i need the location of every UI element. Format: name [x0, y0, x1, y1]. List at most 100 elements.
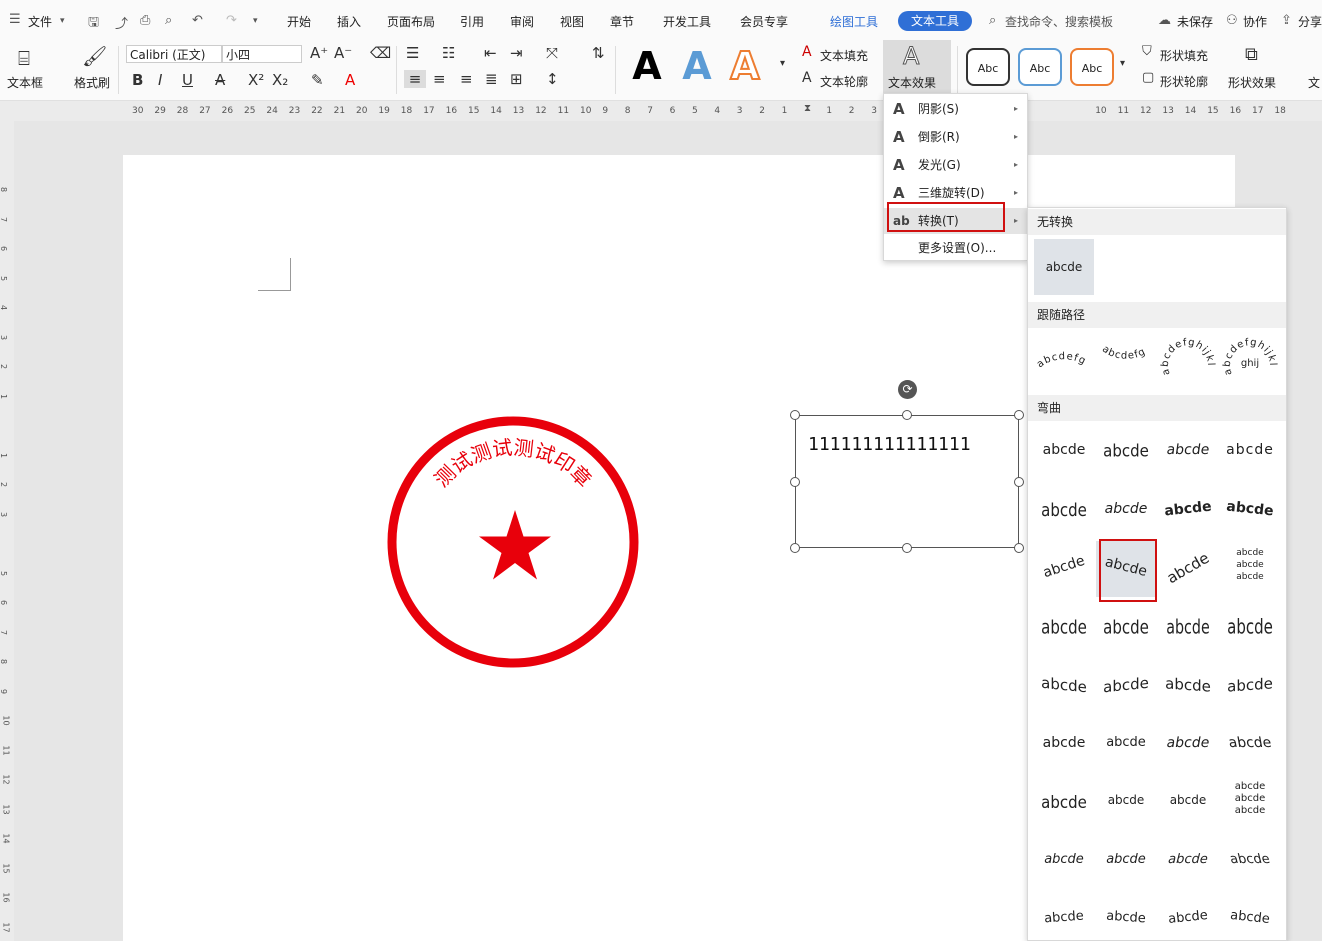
warp-option[interactable]: abcde — [1034, 775, 1094, 831]
follow-path-option[interactable]: abcdefghijkl — [1158, 334, 1218, 390]
tab-home[interactable]: 开始 — [287, 13, 311, 30]
tab-member[interactable]: 会员专享 — [740, 13, 788, 30]
increase-indent-icon[interactable]: ⇥ — [510, 44, 523, 62]
warp-option[interactable]: abcde — [1034, 424, 1094, 480]
align-left-icon[interactable]: ≡ — [404, 70, 426, 88]
collab-button[interactable]: 协作 — [1243, 13, 1267, 30]
warp-option[interactable]: abcde — [1096, 892, 1156, 940]
text-style-more-icon[interactable]: ▾ — [780, 58, 785, 69]
warp-option[interactable]: abcde — [1096, 717, 1156, 773]
warp-option[interactable]: abcde — [1034, 483, 1094, 539]
shape-fill-button[interactable]: 形状填充 — [1160, 47, 1208, 64]
shape-outline-button[interactable]: 形状轮廓 — [1160, 73, 1208, 90]
text-style-blue-icon[interactable]: A — [675, 44, 719, 88]
format-painter-icon[interactable]: 🖌 — [82, 44, 107, 68]
warp-option[interactable]: abcde abcde abcde — [1220, 775, 1280, 831]
warp-option[interactable]: abcde — [1158, 424, 1218, 480]
warp-option[interactable]: abcde — [1220, 834, 1280, 890]
tab-review[interactable]: 审阅 — [510, 13, 534, 30]
justify-icon[interactable]: ≣ — [485, 70, 498, 88]
follow-path-option[interactable]: abcdefg — [1096, 334, 1156, 390]
indent-marker-icon[interactable]: ⧗ — [804, 103, 811, 114]
tab-references[interactable]: 引用 — [460, 13, 484, 30]
superscript-icon[interactable]: X² — [248, 71, 264, 89]
bullet-list-icon[interactable]: ☰ — [406, 44, 419, 62]
tab-developer[interactable]: 开发工具 — [663, 13, 711, 30]
export-icon[interactable]: ⤴ — [115, 13, 128, 32]
warp-option[interactable]: abcde — [1096, 483, 1156, 539]
selected-textbox[interactable]: 111111111111111 — [795, 415, 1019, 548]
bold-icon[interactable]: B — [132, 71, 143, 89]
strikethrough-icon[interactable]: A — [215, 71, 225, 89]
tab-text-tool[interactable]: 文本工具 — [898, 11, 972, 31]
distribute-icon[interactable]: ⊞ — [510, 70, 523, 88]
shape-style-black[interactable]: Abc — [966, 48, 1010, 86]
shape-fill-icon[interactable]: ⛉ — [1142, 44, 1152, 59]
shape-style-orange[interactable]: Abc — [1070, 48, 1114, 86]
shape-style-blue[interactable]: Abc — [1018, 48, 1062, 86]
warp-option[interactable]: abcde — [1096, 658, 1156, 714]
wrap-button[interactable]: 文 — [1308, 74, 1320, 91]
warp-option[interactable]: abcde abcde abcde — [1220, 541, 1280, 597]
text-fill-icon[interactable]: A — [802, 44, 812, 60]
warp-option[interactable]: abcde — [1220, 658, 1280, 714]
font-name-select[interactable]: Calibri (正文) — [126, 45, 222, 63]
sort-icon[interactable]: ⇅ — [592, 44, 605, 62]
format-painter-button[interactable]: 格式刷 — [74, 74, 110, 91]
menu-item-reflection[interactable]: A 倒影(R) ▸ — [884, 124, 1027, 150]
warp-option[interactable]: abcde — [1096, 424, 1156, 480]
search-command-input[interactable]: 查找命令、搜索模板 — [1005, 13, 1113, 30]
clear-format-icon[interactable]: ⌫ — [370, 44, 391, 62]
print-preview-icon[interactable]: ⌕ — [165, 13, 172, 28]
print-icon[interactable]: ⎙ — [140, 13, 150, 28]
share-button[interactable]: 分享 — [1298, 13, 1322, 30]
underline-icon[interactable]: U — [182, 71, 193, 89]
warp-option[interactable]: abcde — [1220, 483, 1280, 539]
warp-option[interactable]: abcde — [1220, 600, 1280, 656]
resize-handle[interactable] — [1014, 410, 1024, 420]
warp-option[interactable]: abcde — [1158, 541, 1218, 597]
customize-icon[interactable]: ▾ — [253, 16, 258, 26]
text-direction-icon[interactable]: ⤧ — [546, 44, 558, 62]
save-icon[interactable]: 🖫 — [88, 13, 99, 35]
resize-handle[interactable] — [1014, 477, 1024, 487]
shape-effects-button[interactable]: 形状效果 — [1228, 74, 1276, 91]
resize-handle[interactable] — [1014, 543, 1024, 553]
align-right-icon[interactable]: ≡ — [460, 70, 473, 88]
text-style-black-icon[interactable]: A — [625, 44, 669, 88]
tab-insert[interactable]: 插入 — [337, 13, 361, 30]
text-fill-button[interactable]: 文本填充 — [820, 47, 868, 64]
resize-handle[interactable] — [902, 543, 912, 553]
chevron-down-icon[interactable]: ▾ — [60, 16, 65, 26]
decrease-indent-icon[interactable]: ⇤ — [484, 44, 497, 62]
resize-handle[interactable] — [902, 410, 912, 420]
warp-option[interactable]: abcde — [1034, 658, 1094, 714]
warp-option[interactable]: abcde — [1220, 892, 1280, 940]
text-style-orange-icon[interactable]: A — [723, 43, 767, 89]
highlight-icon[interactable]: ✎ — [311, 71, 324, 89]
warp-option[interactable]: abcde — [1096, 600, 1156, 656]
resize-handle[interactable] — [790, 543, 800, 553]
tab-view[interactable]: 视图 — [560, 13, 584, 30]
warp-option[interactable]: abcde — [1034, 717, 1094, 773]
textbox-icon[interactable]: ⌸ — [18, 46, 30, 70]
shape-outline-icon[interactable]: ▢ — [1142, 70, 1154, 85]
text-outline-button[interactable]: 文本轮廓 — [820, 73, 868, 90]
grow-font-icon[interactable]: A⁺ — [310, 44, 328, 62]
warp-option[interactable]: abcde — [1158, 483, 1218, 539]
warp-option[interactable]: abcde — [1158, 717, 1218, 773]
tab-chapter[interactable]: 章节 — [610, 13, 634, 30]
vertical-ruler[interactable]: 87654321123567891011121314151617 — [0, 121, 14, 941]
warp-option[interactable]: abcde — [1158, 775, 1218, 831]
menu-file[interactable]: 文件 — [28, 13, 52, 30]
number-list-icon[interactable]: ☷ — [442, 44, 455, 62]
unsaved-status[interactable]: 未保存 — [1177, 13, 1213, 30]
text-outline-icon[interactable]: A — [802, 70, 812, 86]
horizontal-ruler[interactable]: 30 29 28 27 26 25 24 23 22 21 20 19 18 17 16 15 14 13 12 11… — [0, 101, 1322, 121]
textbox-button[interactable]: 文本框 — [7, 74, 43, 91]
menu-item-glow[interactable]: A 发光(G) ▸ — [884, 152, 1027, 178]
menu-item-more-settings[interactable]: 更多设置(O)... — [884, 235, 1027, 261]
warp-option[interactable]: abcde — [1158, 658, 1218, 714]
warp-option[interactable]: abcde — [1034, 600, 1094, 656]
warp-option[interactable]: abcde — [1096, 834, 1156, 890]
